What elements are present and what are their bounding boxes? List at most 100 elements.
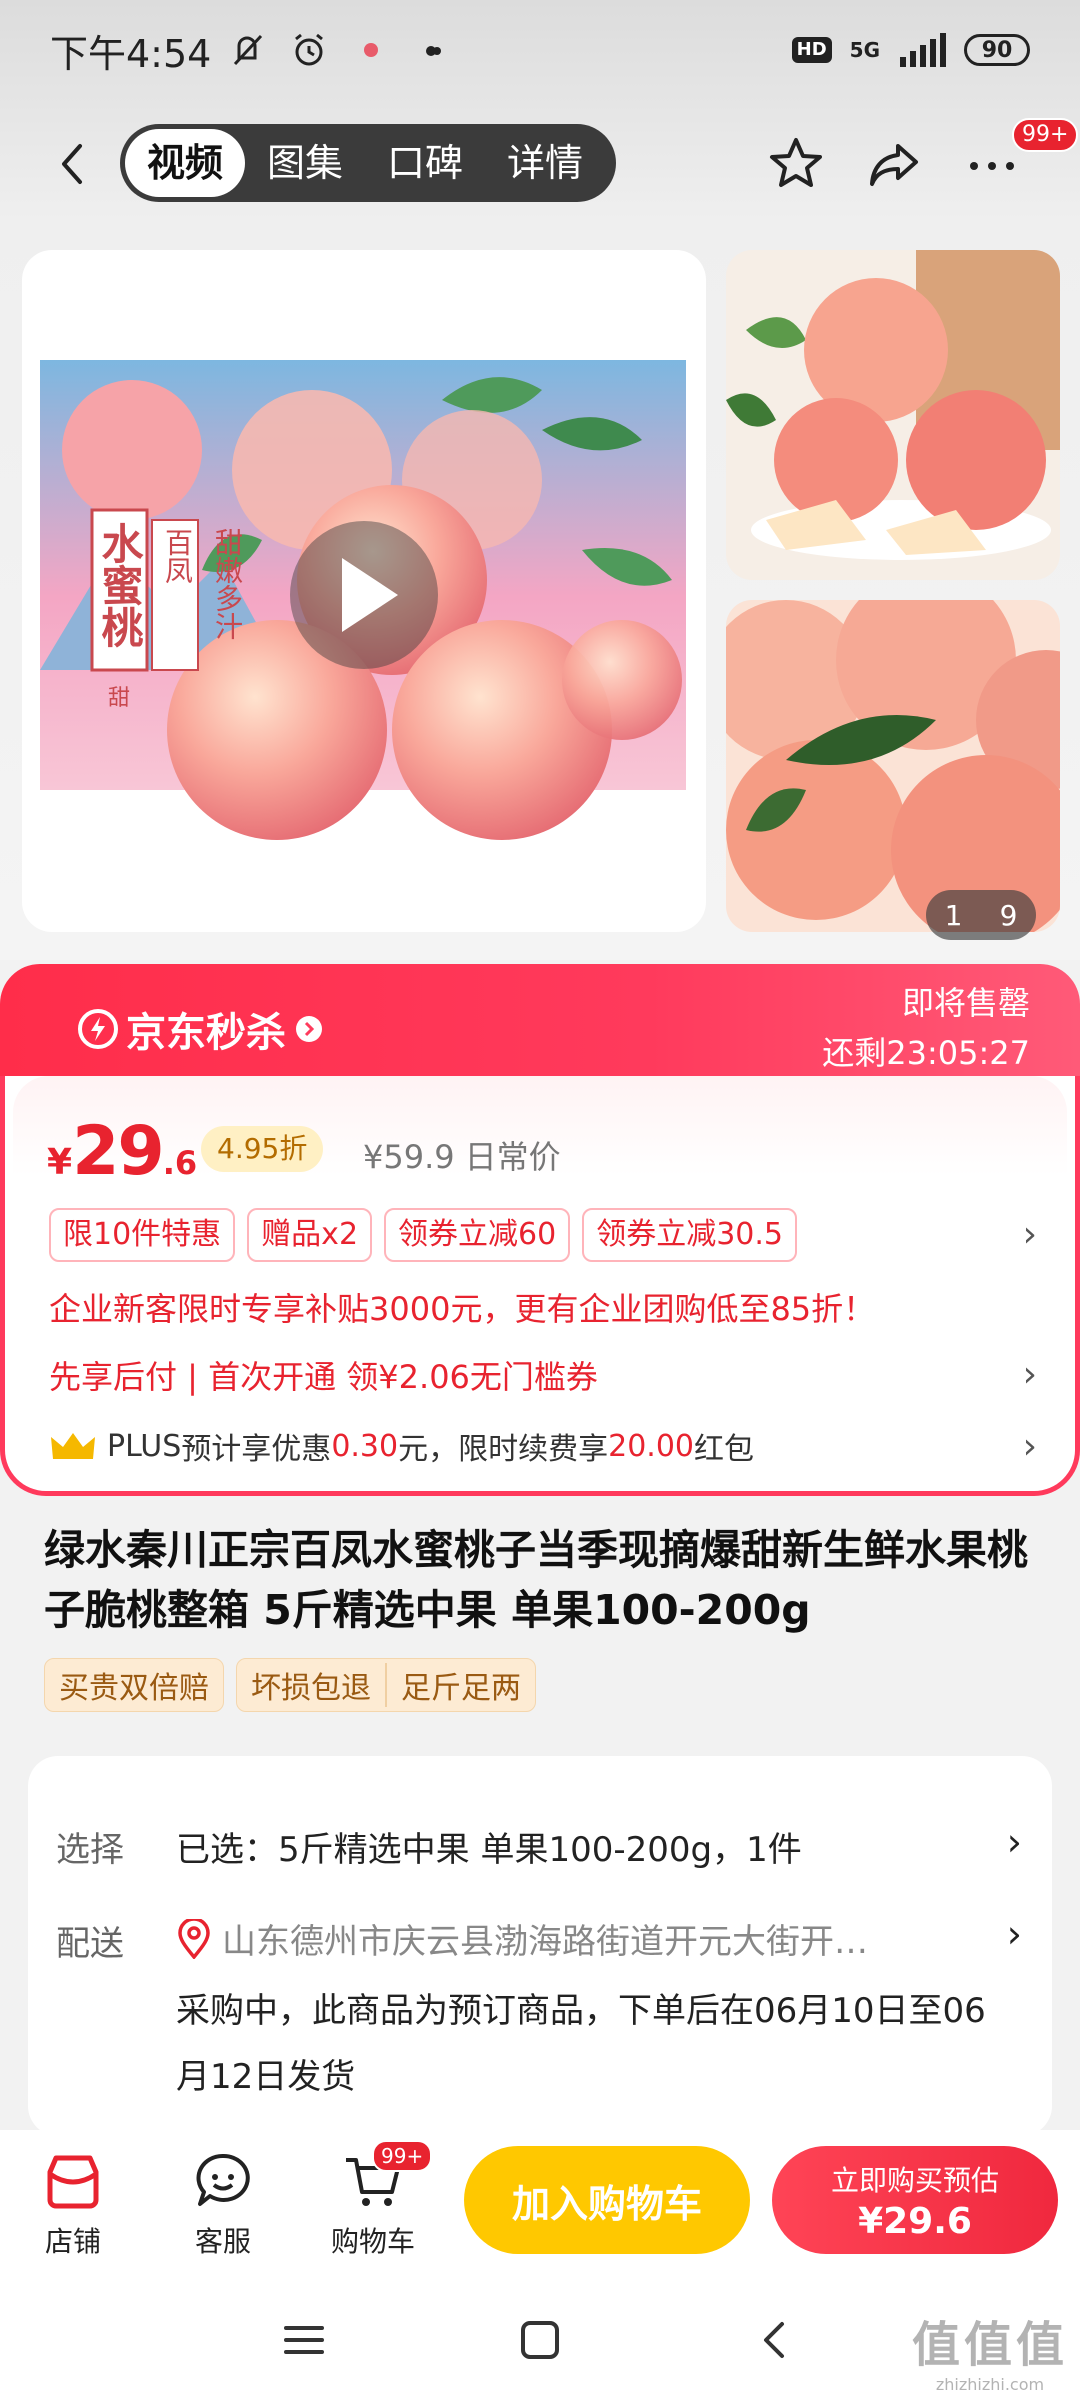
- share-icon[interactable]: [862, 132, 926, 196]
- plus-text: 预计享优惠: [181, 1432, 332, 1467]
- poster-title: 水蜜桃: [95, 522, 144, 648]
- promo-tag: 领券立减60: [384, 1208, 571, 1262]
- plus-label: PLUS: [107, 1428, 182, 1464]
- tab-reviews[interactable]: 口碑: [365, 129, 485, 197]
- gallery-thumbnail-1[interactable]: [726, 250, 1060, 580]
- alarm-icon: [295, 33, 324, 66]
- message-badge: 99+: [1012, 118, 1079, 153]
- app-notification-icon: [364, 43, 379, 57]
- chevron-right-icon[interactable]: ›: [1007, 1912, 1022, 1956]
- watermark-logo-text: 值值值: [911, 2317, 1068, 2373]
- plus-amount: 0.30: [331, 1428, 399, 1464]
- peach-thumbnail-image: [726, 600, 1060, 932]
- shop-icon: [47, 2155, 99, 2209]
- service-tags[interactable]: 买贵双倍赔 坏损包退 足斤足两: [44, 1658, 536, 1712]
- battery-indicator: 90: [964, 34, 1030, 66]
- plus-text: 红包: [694, 1432, 754, 1467]
- tab-video[interactable]: 视频: [125, 129, 245, 197]
- original-price: ¥59.9 日常价: [363, 1132, 561, 1178]
- service-tag-group: 坏损包退 足斤足两: [236, 1658, 536, 1712]
- enterprise-offer[interactable]: 企业新客限时专享补贴3000元，更有企业团购低至85折！: [49, 1284, 875, 1330]
- current-price: ¥ 29 .6: [47, 1112, 197, 1191]
- status-bar: 下午4:54 HD 5G 90: [0, 0, 1080, 100]
- buy-now-button[interactable]: 立即购买预估 ¥29.6: [772, 2146, 1058, 2254]
- selected-spec[interactable]: 已选：5斤精选中果 单果100-200g，1件: [176, 1822, 802, 1871]
- customer-service-button[interactable]: 客服: [168, 2150, 278, 2260]
- presale-note: 采购中，此商品为预订商品，下单后在06月10日至06月12日发货: [176, 1991, 986, 2097]
- cart-label: 购物车: [330, 2225, 415, 2258]
- add-to-cart-button[interactable]: 加入购物车: [464, 2146, 750, 2254]
- hd-badge: HD: [791, 37, 832, 63]
- buy-now-price: ¥29.6: [858, 2200, 972, 2242]
- plus-offer[interactable]: PLUS 预计享优惠 0.30 元，限时续费享 20.00 红包: [49, 1424, 754, 1468]
- service-tag: 坏损包退: [251, 1671, 371, 1706]
- customer-service-label: 客服: [194, 2225, 251, 2258]
- plus-amount: 20.00: [608, 1428, 694, 1464]
- seckill-countdown: 还剩23:05:27: [822, 1034, 1030, 1072]
- price-card: ¥ 29 .6 4.95折 ¥59.9 日常价 限10件特惠 赠品x2 领券立减6…: [0, 1076, 1080, 1496]
- location-pin-icon: [178, 1918, 210, 1959]
- lightning-icon: [78, 1009, 118, 1049]
- pay-later-offer[interactable]: 先享后付 | 首次开通 领¥2.06无门槛券: [49, 1352, 598, 1398]
- chevron-right-icon[interactable]: ›: [1023, 1214, 1037, 1255]
- price-integer: 29: [72, 1112, 165, 1191]
- price-decimal: .6: [162, 1144, 198, 1182]
- seckill-logo-text: 京东秒杀: [126, 1010, 286, 1056]
- original-price-label: 日常价: [464, 1138, 561, 1176]
- poster-line1: 百凤: [161, 528, 194, 584]
- chevron-right-icon[interactable]: ›: [1007, 1820, 1022, 1864]
- shop-button[interactable]: 店铺: [18, 2150, 128, 2260]
- promo-tag: 限10件特惠: [49, 1208, 236, 1262]
- service-tag: 买贵双倍赔: [59, 1671, 209, 1706]
- poster-line2: 甜嫩多汁: [211, 528, 244, 640]
- current-page: 1: [944, 898, 963, 932]
- shop-label: 店铺: [44, 2225, 101, 2258]
- price-currency: ¥: [47, 1142, 73, 1183]
- home-icon[interactable]: [516, 2316, 564, 2364]
- site-watermark: 值值值 zhizhizhi.com: [912, 2305, 1068, 2394]
- tab-gallery[interactable]: 图集: [245, 129, 365, 197]
- bottom-action-bar: 店铺 客服 购物车 99+ 加入购物车 立即购买预估 ¥29.6: [0, 2130, 1080, 2280]
- service-tag: 足斤足两: [385, 1663, 535, 1707]
- seckill-logo: 京东秒杀: [78, 1000, 324, 1058]
- seckill-banner[interactable]: 京东秒杀 即将售罄 还剩23:05:27: [0, 964, 1080, 1084]
- select-label: 选择: [56, 1830, 124, 1870]
- chevron-right-icon[interactable]: ›: [1023, 1354, 1037, 1395]
- promo-tag: 领券立减30.5: [582, 1208, 798, 1262]
- menu-icon[interactable]: [280, 2316, 328, 2364]
- favorite-star-icon[interactable]: [764, 132, 828, 196]
- media-tab-group: 视频 图集 口碑 详情: [120, 124, 616, 202]
- spec-card: 选择 已选：5斤精选中果 单果100-200g，1件 › 配送 山东德州市庆云县…: [28, 1756, 1052, 2136]
- chevron-right-icon[interactable]: ›: [1023, 1426, 1037, 1467]
- buy-now-label: 立即购买预估: [830, 2163, 999, 2197]
- signal-icon: [900, 33, 946, 67]
- back-icon[interactable]: [752, 2316, 800, 2364]
- network-type: 5G: [849, 38, 880, 62]
- promo-tags[interactable]: 限10件特惠 赠品x2 领券立减60 领券立减30.5: [49, 1208, 798, 1262]
- cart-badge: 99+: [372, 2140, 433, 2172]
- delivery-address[interactable]: 山东德州市庆云县渤海路街道开元大街开…: [176, 1914, 868, 1963]
- address-text: 山东德州市庆云县渤海路街道开元大街开…: [222, 1922, 868, 1962]
- product-nav-bar: 视频 图集 口碑 详情 99+: [0, 118, 1080, 208]
- cloud-icon: [426, 46, 442, 56]
- crown-icon: [51, 1433, 95, 1459]
- service-tag-group: 买贵双倍赔: [44, 1658, 224, 1712]
- chat-face-icon: [196, 2153, 250, 2206]
- tab-details[interactable]: 详情: [485, 129, 605, 197]
- seckill-status: 即将售罄: [901, 984, 1030, 1022]
- original-price-value: ¥59.9: [363, 1138, 455, 1176]
- chevron-right-icon: [296, 1016, 322, 1042]
- back-arrow-icon[interactable]: [44, 134, 104, 194]
- main-video-card[interactable]: 水蜜桃 甜 百凤 甜嫩多汁: [22, 250, 706, 932]
- total-pages: 9: [999, 898, 1018, 932]
- promo-tag: 赠品x2: [247, 1208, 373, 1262]
- plus-text: 元，限时续费享: [398, 1432, 609, 1467]
- gallery-thumbnail-2[interactable]: [726, 600, 1060, 932]
- gallery-page-counter: 1 9: [926, 890, 1036, 940]
- delivery-label: 配送: [56, 1924, 124, 1964]
- peach-thumbnail-image: [726, 250, 1060, 580]
- status-time: 下午4:54: [50, 31, 212, 76]
- discount-badge: 4.95折: [201, 1126, 324, 1172]
- poster-tag: 甜: [108, 686, 131, 711]
- mute-icon: [234, 34, 263, 66]
